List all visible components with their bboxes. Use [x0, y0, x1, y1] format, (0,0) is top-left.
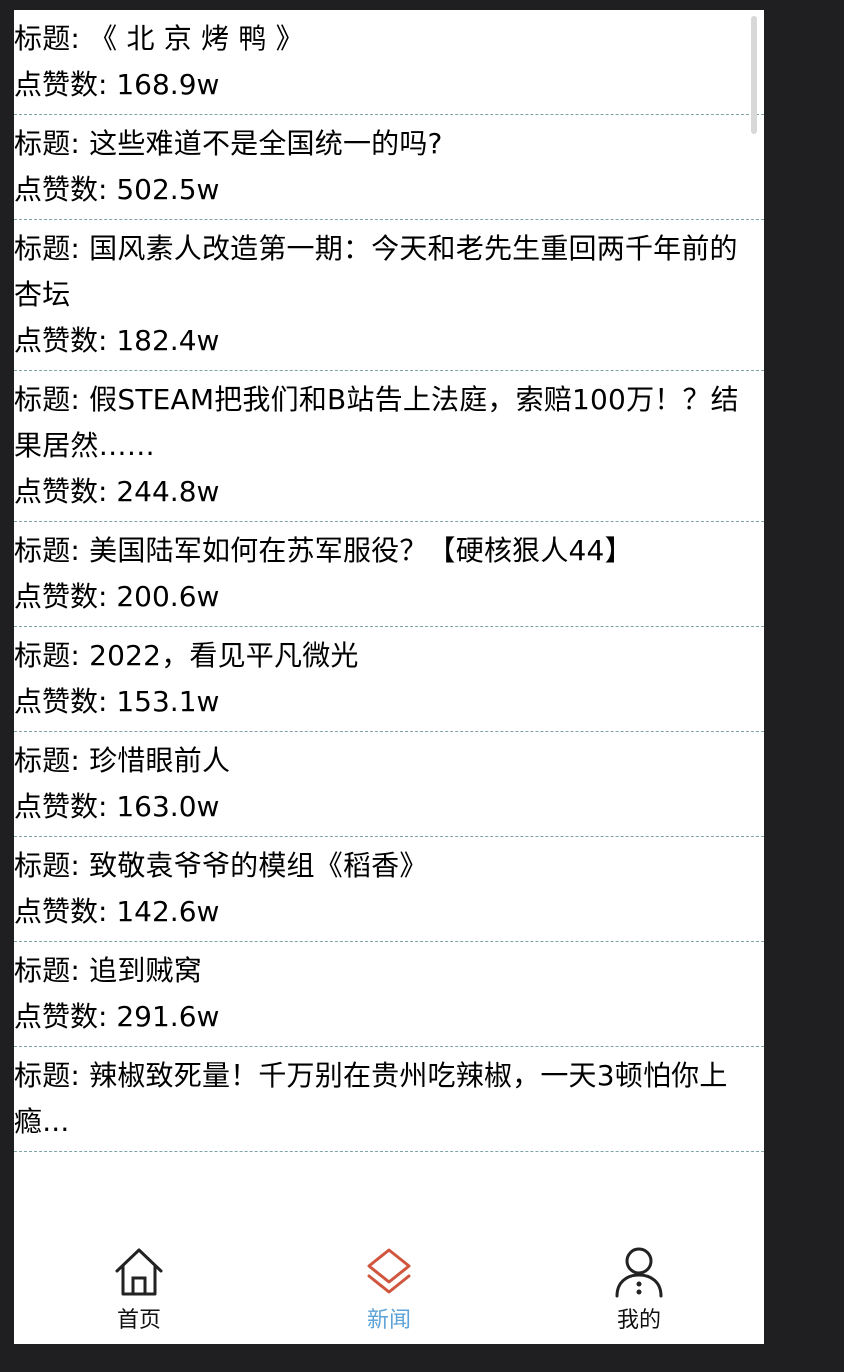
- news-likes-value: 168.9w: [116, 68, 220, 101]
- news-list[interactable]: 标题: 《 北 京 烤 鸭 》点赞数: 168.9w 标题: 这些难道不是全国统一…: [14, 10, 764, 1244]
- news-likes: 点赞数: 142.6w: [14, 889, 764, 935]
- news-item[interactable]: 标题: 《 北 京 烤 鸭 》点赞数: 168.9w: [14, 10, 764, 115]
- news-title-prefix: 标题:: [14, 127, 90, 160]
- tab-news[interactable]: 新闻: [264, 1234, 514, 1344]
- tab-home-label: 首页: [116, 1308, 161, 1333]
- news-title-text: 2022，看见平凡微光: [89, 639, 359, 672]
- news-title-text: 珍惜眼前人: [89, 744, 231, 777]
- news-likes: 点赞数: 291.6w: [14, 994, 764, 1040]
- news-likes-prefix: 点赞数:: [14, 580, 117, 613]
- news-likes-prefix: 点赞数:: [14, 475, 117, 508]
- news-likes-value: 182.4w: [116, 324, 220, 357]
- tab-mine-label: 我的: [616, 1308, 661, 1333]
- news-title-prefix: 标题:: [14, 232, 90, 265]
- news-likes: 点赞数: 168.9w: [14, 62, 764, 108]
- tab-bar: 首页 新闻 我的: [14, 1234, 764, 1344]
- news-likes: 点赞数: 153.1w: [14, 679, 764, 725]
- news-title-text: 假STEAM把我们和B站告上法庭，索赔100万！？结果居然……: [14, 383, 739, 462]
- news-likes-prefix: 点赞数:: [14, 324, 117, 357]
- news-title: 标题: 国风素人改造第一期：今天和老先生重回两千年前的杏坛: [14, 226, 764, 318]
- news-item[interactable]: 标题: 这些难道不是全国统一的吗? 点赞数: 502.5w: [14, 115, 764, 220]
- news-likes-prefix: 点赞数:: [14, 68, 117, 101]
- news-likes-value: 502.5w: [116, 173, 220, 206]
- news-title: 标题: 2022，看见平凡微光: [14, 633, 764, 679]
- news-likes: 点赞数: 200.6w: [14, 574, 764, 620]
- news-title-text: 《 北 京 烤 鸭 》: [89, 22, 304, 55]
- news-item[interactable]: 标题: 假STEAM把我们和B站告上法庭，索赔100万！？结果居然…… 点赞数: …: [14, 371, 764, 522]
- news-title-text: 这些难道不是全国统一的吗?: [89, 127, 443, 160]
- news-likes-value: 200.6w: [116, 580, 220, 613]
- news-title: 标题: 追到贼窝: [14, 948, 764, 994]
- news-likes: 点赞数: 163.0w: [14, 784, 764, 830]
- news-title-prefix: 标题:: [14, 1059, 90, 1092]
- news-likes: 点赞数: 502.5w: [14, 167, 764, 213]
- news-likes: 点赞数: 244.8w: [14, 469, 764, 515]
- news-title-prefix: 标题:: [14, 22, 90, 55]
- user-icon: [615, 1247, 663, 1298]
- news-likes-prefix: 点赞数:: [14, 173, 117, 206]
- news-title: 标题: 珍惜眼前人: [14, 738, 764, 784]
- news-likes-prefix: 点赞数:: [14, 790, 117, 823]
- news-item[interactable]: 标题: 辣椒致死量！千万别在贵州吃辣椒，一天3顿怕你上瘾...: [14, 1047, 764, 1152]
- news-item[interactable]: 标题: 追到贼窝 点赞数: 291.6w: [14, 942, 764, 1047]
- news-item[interactable]: 标题: 2022，看见平凡微光 点赞数: 153.1w: [14, 627, 764, 732]
- news-title-text: 国风素人改造第一期：今天和老先生重回两千年前的杏坛: [14, 232, 738, 311]
- news-title-text: 致敬袁爷爷的模组《稻香》: [89, 849, 428, 882]
- news-likes-prefix: 点赞数:: [14, 685, 117, 718]
- news-title: 标题: 这些难道不是全国统一的吗?: [14, 121, 764, 167]
- layers-icon: [367, 1248, 411, 1294]
- news-title-text: 追到贼窝: [89, 954, 202, 987]
- news-item[interactable]: 标题: 美国陆军如何在苏军服役？【硬核狠人44】 点赞数: 200.6w: [14, 522, 764, 627]
- news-likes-value: 291.6w: [116, 1000, 220, 1033]
- news-title: 标题: 辣椒致死量！千万别在贵州吃辣椒，一天3顿怕你上瘾...: [14, 1053, 764, 1145]
- news-title-prefix: 标题:: [14, 534, 90, 567]
- home-icon: [115, 1248, 163, 1296]
- news-title-text: 辣椒致死量！千万别在贵州吃辣椒，一天3顿怕你上瘾...: [14, 1059, 728, 1138]
- news-likes-value: 142.6w: [116, 895, 220, 928]
- news-title: 标题: 致敬袁爷爷的模组《稻香》: [14, 843, 764, 889]
- phone-screen: 标题: 《 北 京 烤 鸭 》点赞数: 168.9w 标题: 这些难道不是全国统一…: [14, 10, 764, 1344]
- news-title: 标题: 假STEAM把我们和B站告上法庭，索赔100万！？结果居然……: [14, 377, 764, 469]
- news-title-prefix: 标题:: [14, 744, 90, 777]
- news-item[interactable]: 标题: 珍惜眼前人 点赞数: 163.0w: [14, 732, 764, 837]
- news-title: 标题: 美国陆军如何在苏军服役？【硬核狠人44】: [14, 528, 764, 574]
- news-likes-prefix: 点赞数:: [14, 895, 117, 928]
- scrollbar[interactable]: [751, 16, 757, 134]
- news-item[interactable]: 标题: 国风素人改造第一期：今天和老先生重回两千年前的杏坛 点赞数: 182.4w: [14, 220, 764, 371]
- news-likes-value: 163.0w: [116, 790, 220, 823]
- news-likes-value: 153.1w: [116, 685, 220, 718]
- tab-news-label: 新闻: [366, 1308, 411, 1333]
- news-title-prefix: 标题:: [14, 639, 90, 672]
- news-title-prefix: 标题:: [14, 849, 90, 882]
- news-likes-value: 244.8w: [116, 475, 220, 508]
- news-likes-prefix: 点赞数:: [14, 1000, 117, 1033]
- news-title-prefix: 标题:: [14, 954, 90, 987]
- news-item[interactable]: 标题: 致敬袁爷爷的模组《稻香》 点赞数: 142.6w: [14, 837, 764, 942]
- news-title: 标题: 《 北 京 烤 鸭 》: [14, 16, 764, 62]
- news-likes: 点赞数: 182.4w: [14, 318, 764, 364]
- news-title-prefix: 标题:: [14, 383, 90, 416]
- tab-home[interactable]: 首页: [14, 1234, 264, 1344]
- news-title-text: 美国陆军如何在苏军服役？【硬核狠人44】: [89, 534, 633, 567]
- tab-mine[interactable]: 我的: [514, 1234, 764, 1344]
